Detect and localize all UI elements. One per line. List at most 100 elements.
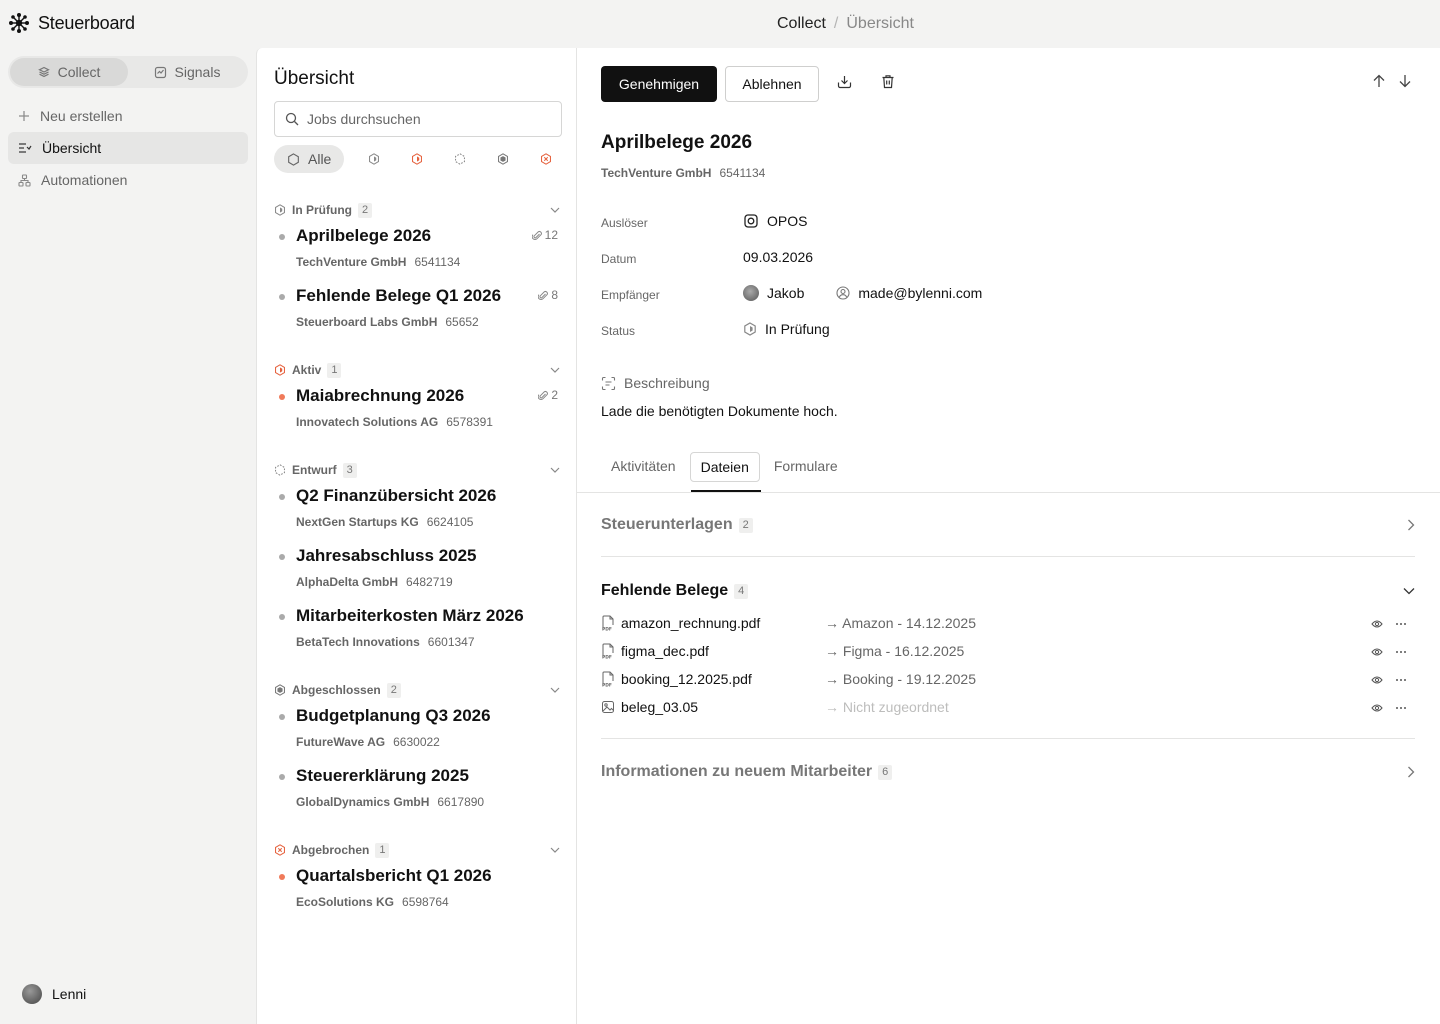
job-id: 6624105 — [426, 515, 474, 529]
chevron-down-icon[interactable] — [1403, 587, 1415, 595]
status-dot — [279, 494, 285, 500]
sidebar-item-automationen[interactable]: Automationen — [8, 164, 248, 196]
status-dot — [279, 774, 285, 780]
attachment-count-value: 8 — [551, 288, 558, 302]
section-header[interactable]: Steuerunterlagen 2 — [601, 513, 1415, 537]
app-logo[interactable]: Steuerboard — [8, 12, 135, 34]
filter-abgebrochen[interactable] — [524, 145, 567, 173]
file-name-text: beleg_03.05 — [621, 699, 699, 715]
group-count: 1 — [327, 362, 342, 378]
file-row[interactable]: PDF booking_12.2025.pdf → Booking - 19.1… — [601, 667, 1415, 695]
list-item[interactable]: Budgetplanung Q3 2026 FutureWave AG 66300… — [274, 700, 562, 760]
breadcrumb-page: Übersicht — [846, 15, 914, 32]
file-mapping[interactable]: → Figma - 16.12.2025 — [825, 643, 964, 659]
file-row[interactable]: beleg_03.05 → Nicht zugeordnet — [601, 695, 1415, 723]
chevron-right-icon[interactable] — [1407, 766, 1415, 778]
property-value[interactable]: Jakob made@bylenni.com — [743, 285, 982, 301]
property-recipient: Empfänger Jakob made@bylenni.com — [601, 282, 1401, 318]
job-id: 65652 — [445, 315, 479, 329]
section-header[interactable]: Informationen zu neuem Mitarbeiter 6 — [601, 760, 1415, 784]
more-icon[interactable] — [1395, 650, 1407, 654]
job-title: Steuererklärung 2025 — [296, 766, 469, 785]
section-header[interactable]: Fehlende Belege 4 — [601, 579, 1415, 603]
arrow-up-icon[interactable] — [1372, 74, 1386, 88]
tab-formulare[interactable]: Formulare — [764, 452, 848, 482]
tab-dateien[interactable]: Dateien — [689, 452, 760, 482]
filter-entwurf[interactable] — [438, 145, 481, 173]
filter-abgeschlossen[interactable] — [481, 145, 524, 173]
list-item[interactable]: Jahresabschluss 2025 AlphaDelta GmbH 6482… — [274, 540, 562, 600]
property-value[interactable]: OPOS — [743, 213, 807, 229]
chevron-down-icon[interactable] — [550, 467, 560, 473]
group-header[interactable]: In Prüfung 2 — [274, 200, 562, 220]
company-name: TechVenture GmbH — [601, 166, 712, 180]
breadcrumb-separator: / — [833, 15, 839, 32]
eye-icon[interactable] — [1371, 619, 1383, 629]
list-item[interactable]: Maiabrechnung 2026 2 Innovatech Solution… — [274, 380, 562, 440]
eye-icon[interactable] — [1371, 675, 1383, 685]
file-section-fehlende-belege: Fehlende Belege 4 — [601, 579, 1415, 603]
group-label: Entwurf — [292, 463, 337, 477]
list-item[interactable]: Quartalsbericht Q1 2026 EcoSolutions KG 6… — [274, 860, 562, 920]
reject-button[interactable]: Ablehnen — [725, 66, 819, 102]
approve-button[interactable]: Genehmigen — [601, 66, 717, 102]
company-name: Steuerboard Labs GmbH — [296, 315, 438, 329]
breadcrumb-section[interactable]: Collect — [777, 15, 826, 33]
sidebar-item-uebersicht[interactable]: Übersicht — [8, 132, 248, 164]
sidebar: Collect Signals Neu erstellen Übersicht — [0, 48, 256, 1024]
list-item[interactable]: Steuererklärung 2025 GlobalDynamics GmbH… — [274, 760, 562, 820]
file-mapping[interactable]: → Booking - 19.12.2025 — [825, 671, 976, 687]
group-header[interactable]: Aktiv 1 — [274, 360, 562, 380]
group-header[interactable]: Entwurf 3 — [274, 460, 562, 480]
list-item[interactable]: Fehlende Belege Q1 2026 8 Steuerboard La… — [274, 280, 562, 340]
file-mapping[interactable]: → Nicht zugeordnet — [825, 699, 949, 715]
more-icon[interactable] — [1395, 622, 1407, 626]
tab-aktivitaeten[interactable]: Aktivitäten — [601, 452, 686, 482]
svg-text:PDF: PDF — [602, 654, 612, 659]
switch-signals[interactable]: Signals — [128, 58, 246, 86]
eye-icon[interactable] — [1371, 703, 1383, 713]
paperclip-icon — [531, 230, 542, 241]
group-header[interactable]: Abgebrochen 1 — [274, 840, 562, 860]
arrow-down-icon[interactable] — [1398, 74, 1412, 88]
group-count: 1 — [375, 842, 390, 858]
image-file-icon — [601, 700, 615, 714]
filter-all[interactable]: Alle — [274, 145, 345, 173]
user-menu[interactable]: Lenni — [22, 984, 86, 1004]
user-name: Lenni — [52, 986, 87, 1002]
group-header[interactable]: Abgeschlossen 2 — [274, 680, 562, 700]
file-row[interactable]: PDF figma_dec.pdf → Figma - 16.12.2025 — [601, 639, 1415, 667]
description-text: Lade die benötigten Dokumente hoch. — [601, 403, 838, 419]
switch-collect[interactable]: Collect — [10, 58, 128, 86]
chevron-down-icon[interactable] — [550, 847, 560, 853]
file-row[interactable]: PDF amazon_rechnung.pdf → Amazon - 14.12… — [601, 611, 1415, 639]
list-item[interactable]: Aprilbelege 2026 12 TechVenture GmbH 6541… — [274, 220, 562, 280]
job-detail-panel: Genehmigen Ablehnen Aprilbelege 2026 Tec… — [577, 48, 1440, 1024]
status-dot — [279, 714, 285, 720]
chevron-down-icon[interactable] — [550, 687, 560, 693]
sidebar-item-neu-erstellen[interactable]: Neu erstellen — [8, 100, 248, 132]
property-value[interactable]: In Prüfung — [743, 321, 830, 337]
list-item[interactable]: Mitarbeiterkosten März 2026 BetaTech Inn… — [274, 600, 562, 660]
chevron-down-icon[interactable] — [550, 207, 560, 213]
more-icon[interactable] — [1395, 678, 1407, 682]
company-name: GlobalDynamics GmbH — [296, 795, 430, 809]
filter-in-pruefung[interactable] — [352, 145, 395, 173]
property-value[interactable]: 09.03.2026 — [743, 249, 813, 265]
chevron-down-icon[interactable] — [550, 367, 560, 373]
company-name: NextGen Startups KG — [296, 515, 419, 529]
download-icon[interactable] — [837, 74, 852, 89]
group-count: 2 — [386, 682, 401, 698]
file-name-text: booking_12.2025.pdf — [621, 671, 752, 687]
section-count: 6 — [878, 764, 893, 780]
filter-aktiv[interactable] — [395, 145, 438, 173]
file-mapping[interactable]: → Amazon - 14.12.2025 — [825, 615, 976, 631]
list-item[interactable]: Q2 Finanzübersicht 2026 NextGen Startups… — [274, 480, 562, 540]
pdf-file-icon: PDF — [601, 671, 615, 687]
trash-icon[interactable] — [881, 74, 895, 89]
chevron-right-icon[interactable] — [1407, 519, 1415, 531]
job-id: 6541134 — [719, 166, 766, 180]
more-icon[interactable] — [1395, 706, 1407, 710]
search-input[interactable] — [307, 111, 547, 127]
eye-icon[interactable] — [1371, 647, 1383, 657]
